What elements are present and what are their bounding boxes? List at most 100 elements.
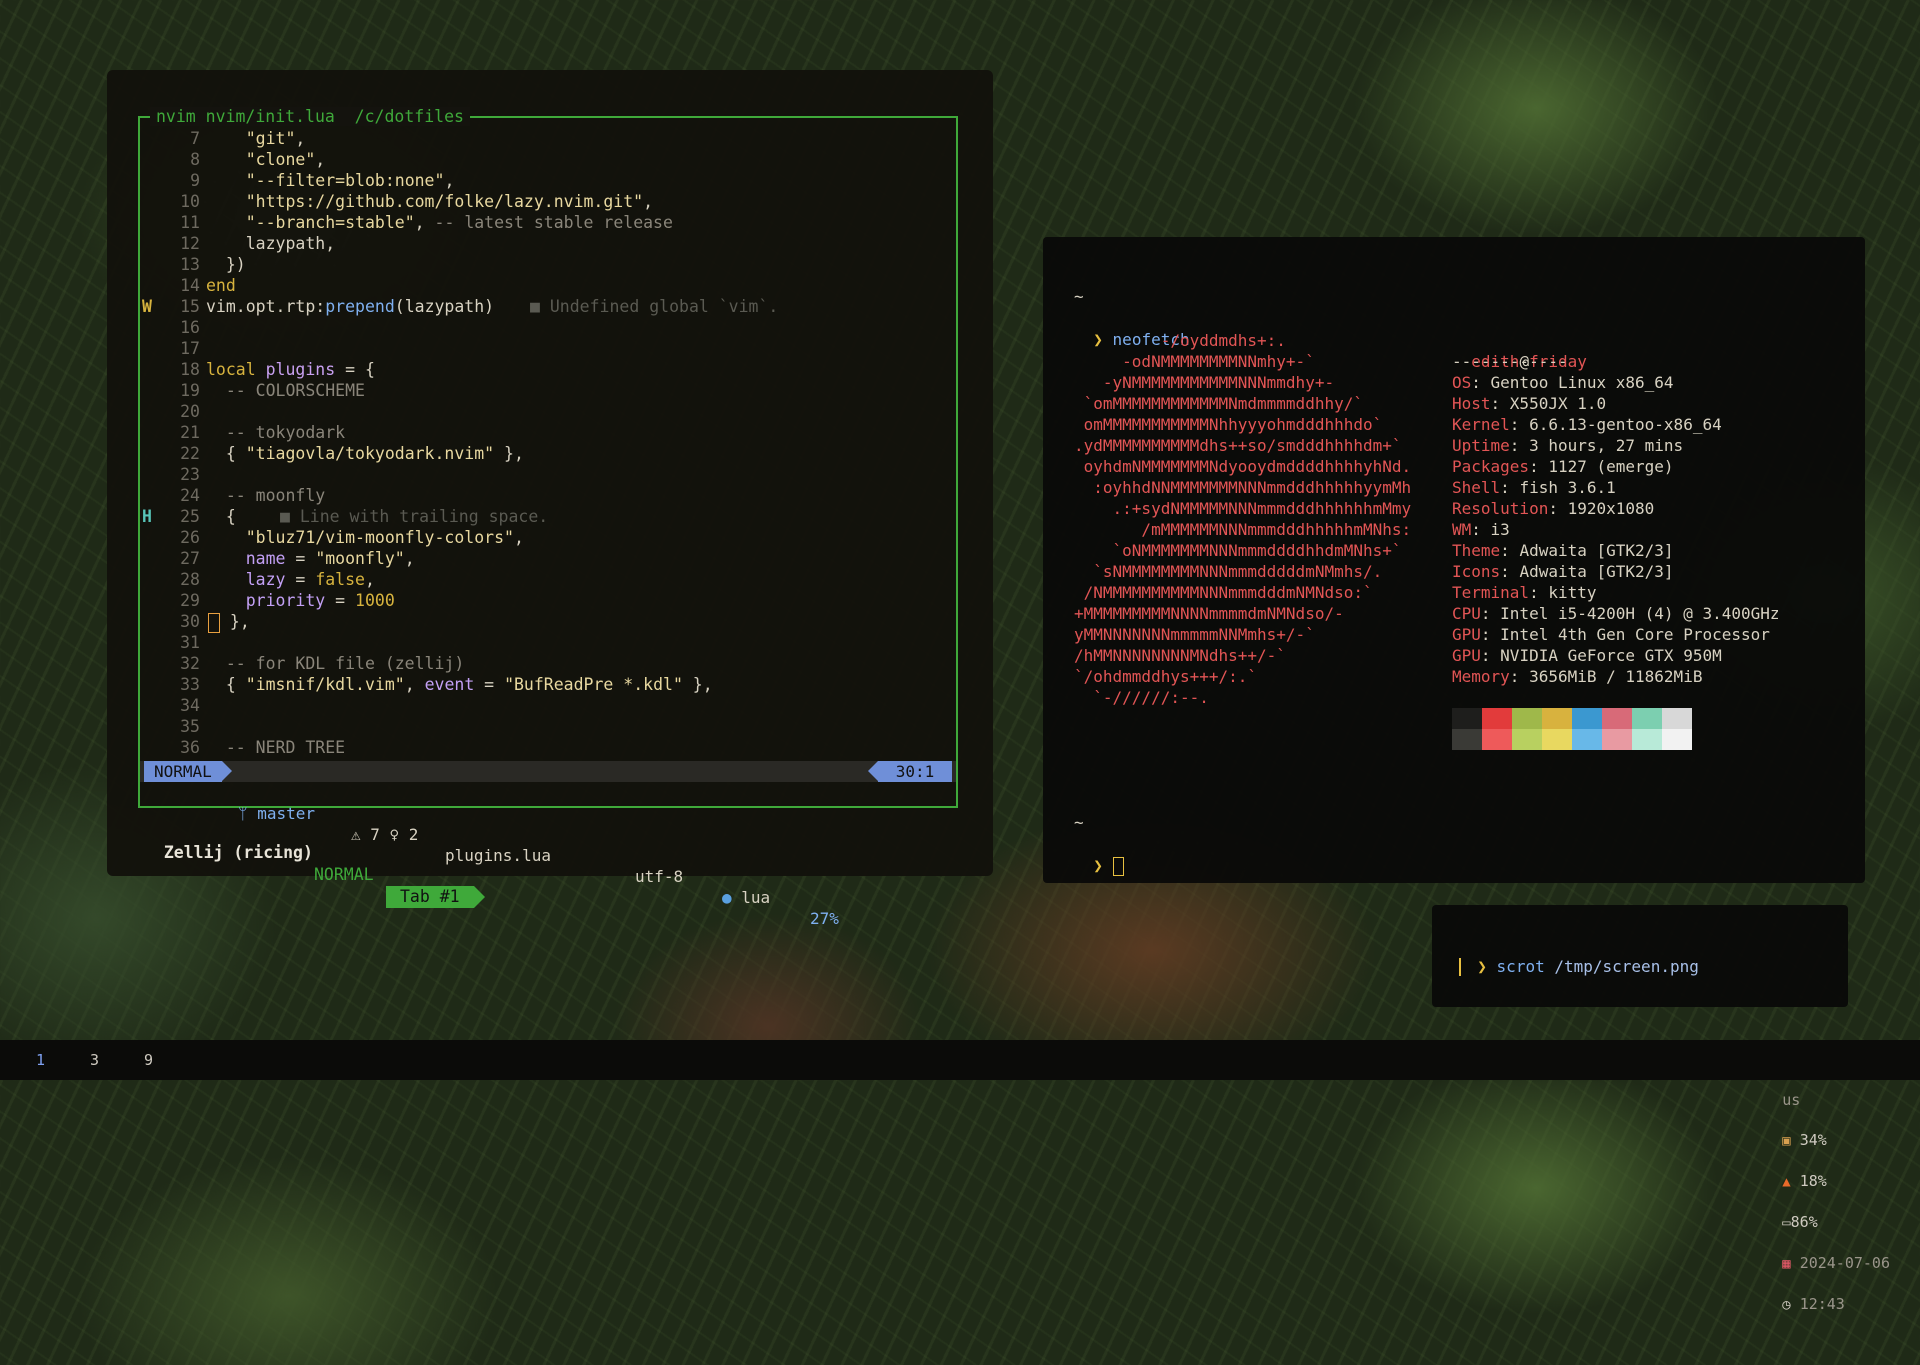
code-line[interactable]: 16 [140,317,956,338]
scrot-command: scrot [1496,957,1545,976]
system-info-row: Icons: Adwaita [GTK2/3] [1452,561,1780,582]
ascii-art-line: .ydMMMMMMMMMMdhs++so/smdddhhhhdm+` [1074,436,1402,455]
code-line[interactable]: 14 end [140,275,956,296]
system-info-row: OS: Gentoo Linux x86_64 [1452,372,1780,393]
code-line[interactable]: 20 [140,401,956,422]
active-prompt[interactable]: ❯ [1074,834,1124,876]
line-text: "git", [245,129,306,148]
workspace-1[interactable]: 1 [36,1040,45,1080]
time-block: ◷ 12:43 [1782,1284,1845,1325]
line-number: 7 [190,129,200,148]
color-swatch [1482,729,1512,750]
info-value: 1127 (emerge) [1548,457,1674,476]
code-line[interactable]: 26 "bluz71/vim-moonfly-colors", [140,527,956,548]
system-info-row: Packages: 1127 (emerge) [1452,456,1780,477]
date-block: ▦ 2024-07-06 [1782,1243,1890,1284]
code-line[interactable]: 31 [140,632,956,653]
palette-row [1452,729,1692,750]
line-text: "clone", [245,150,326,169]
code-line[interactable]: 23 [140,464,956,485]
code-line[interactable]: 34 [140,695,956,716]
ascii-art-line: -/oyddmdhs+:. [1074,331,1286,350]
code-line[interactable]: 30 }, [140,611,956,633]
file-type: ● lua [722,887,770,908]
system-info-row: GPU: Intel 4th Gen Core Processor [1452,624,1780,645]
zellij-tab[interactable]: Tab #1 [386,886,485,908]
fire-icon: ▲ [1782,1174,1791,1190]
code-line[interactable]: 18 local plugins = { [140,359,956,380]
color-swatch [1602,708,1632,729]
info-colon: : [1480,625,1501,644]
info-value: 1920x1080 [1567,499,1655,518]
ascii-art-line: .:+sydNMMMMMNNNmmmdddhhhhhhmMmy [1074,499,1412,518]
line-text: local plugins = { [206,360,375,379]
line-text: "--filter=blob:none", [245,171,455,190]
code-line[interactable]: 17 [140,338,956,359]
nvim-editor-pane[interactable]: nvim nvim/init.lua /c/dotfiles 7 "git", 8… [138,107,958,928]
line-number: 15 [180,297,200,316]
color-swatch [1602,729,1632,750]
scrot-args: /tmp/screen.png [1554,957,1699,976]
prompt-symbol-3: ❯ [1477,957,1487,976]
status-blocks: us ▣ 34% ▲ 18% ▭86% ▦ 2024-07-06 ◷ 12:43 [1732,1040,1890,1365]
file-encoding: utf-8 [635,867,684,886]
line-text: -- COLORSCHEME [225,381,365,400]
color-swatch [1542,729,1572,750]
i3-status-bar: 1 3 9 us ▣ 34% ▲ 18% ▭86% ▦ 2024-07-06 ◷… [0,1040,1920,1313]
cpu-value: 34% [1799,1131,1827,1149]
code-line[interactable]: 11 "--branch=stable", -- latest stable r… [140,212,956,233]
calendar-icon: ▦ [1782,1256,1791,1272]
scrot-command-line[interactable]: ❯ scrot /tmp/screen.png [1458,935,1699,977]
code-line[interactable]: 21 -- tokyodark [140,422,956,443]
zellij-status-bar: Zellij (ricing) NORMAL Tab #1 [144,820,485,908]
ascii-art-line: omMMMMMMMMMMMNhhyyyohmdddhhhdo` [1074,415,1383,434]
code-line[interactable]: 29 priority = 1000 [140,590,956,611]
palette-row [1452,708,1692,729]
battery-icon: ▭ [1782,1215,1791,1231]
ascii-art-line: yMMNNNNNNNmmmmmNNMmhs+/-` [1074,625,1315,644]
code-line[interactable]: 36 -- NERD TREE [140,737,956,758]
line-number: 20 [180,402,200,421]
code-line[interactable]: 27 name = "moonfly", [140,548,956,569]
code-line[interactable]: 33 { "imsnif/kdl.vim", event = "BufReadP… [140,674,956,695]
code-line[interactable]: 7 "git", [140,128,956,149]
info-colon: : [1480,646,1501,665]
workspace-3[interactable]: 3 [90,1040,99,1080]
code-line[interactable]: 12 lazypath, [140,233,956,254]
color-swatch [1512,708,1542,729]
line-number: 28 [180,570,200,589]
code-line[interactable]: 9 "--filter=blob:none", [140,170,956,191]
color-swatch [1572,708,1602,729]
line-text: { "tiagovla/tokyodark.nvim" }, [206,444,524,463]
info-colon: : [1500,541,1520,560]
clock-icon: ◷ [1782,1297,1791,1313]
info-key: Packages [1452,457,1530,476]
info-value: kitty [1548,583,1597,602]
system-info-row: WM: i3 [1452,519,1780,540]
editor-cursor [208,612,220,633]
line-number: 13 [180,255,200,274]
system-info-row: Shell: fish 3.6.1 [1452,477,1780,498]
line-number: 35 [180,717,200,736]
system-info-row: Uptime: 3 hours, 27 mins [1452,435,1780,456]
color-swatch [1662,729,1692,750]
color-swatch [1452,708,1482,729]
ascii-art-line: oyhdmNMMMMMMMNdyooydmddddhhhhyhNd. [1074,457,1412,476]
code-line[interactable]: 24 -- moonfly [140,485,956,506]
keyboard-layout: us [1782,1091,1801,1109]
code-line[interactable]: 13 }) [140,254,956,275]
ascii-art-line: `-//////:--. [1074,688,1209,707]
code-area[interactable]: 7 "git", 8 "clone", 9 "--filter=blob:none"… [140,128,956,758]
code-line[interactable]: 32 -- for KDL file (zellij) [140,653,956,674]
code-line[interactable]: 19 -- COLORSCHEME [140,380,956,401]
info-colon: : [1500,478,1520,497]
workspace-9[interactable]: 9 [144,1040,153,1080]
code-line[interactable]: W 15 vim.opt.rtp:prepend(lazypath) ■ Undefi… [140,296,956,317]
code-line[interactable]: 8 "clone", [140,149,956,170]
code-line[interactable]: 22 { "tiagovla/tokyodark.nvim" }, [140,443,956,464]
code-line[interactable]: H 25 {■ Line with trailing space. [140,506,956,527]
code-line[interactable]: 28 lazy = false, [140,569,956,590]
code-line[interactable]: 35 [140,716,956,737]
code-line[interactable]: 10 "https://github.com/folke/lazy.nvim.g… [140,191,956,212]
diagnostic-hint: ■ Line with trailing space. [280,507,549,526]
